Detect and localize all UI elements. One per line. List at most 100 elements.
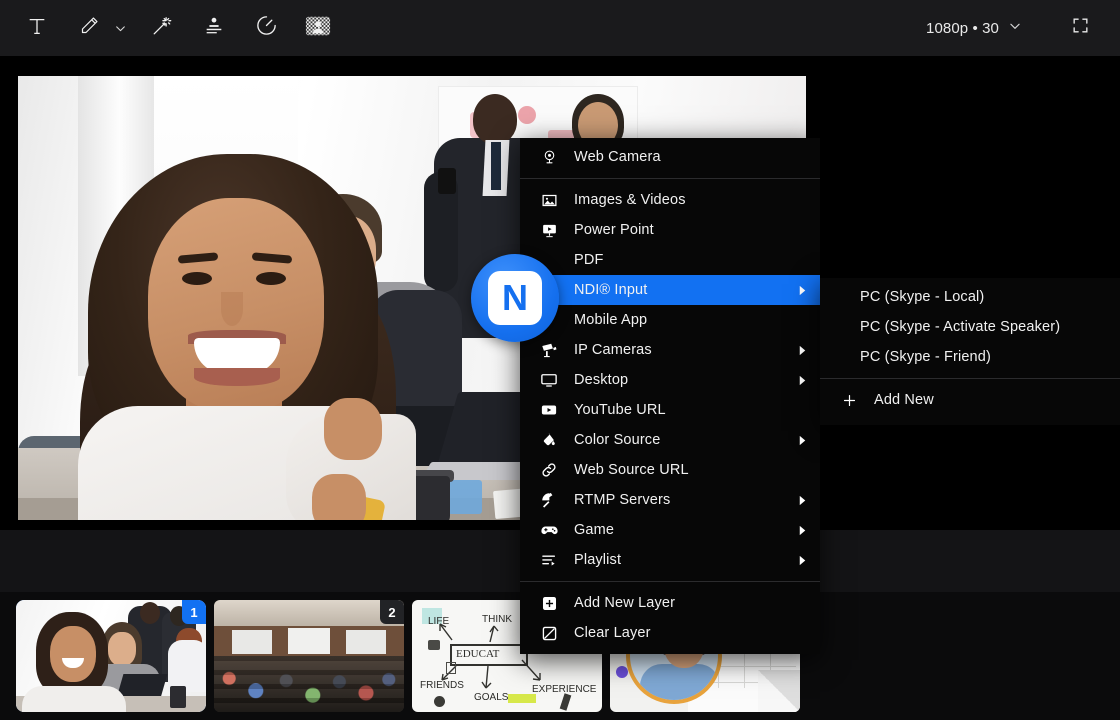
app-window: 1080p • 30 (0, 0, 1120, 720)
gamepad-icon (538, 520, 560, 540)
submenu-arrow-icon (797, 495, 808, 506)
chroma-key-icon (305, 15, 331, 42)
menu-item-label: PDF (574, 252, 603, 268)
whiteboard-word-friends: FRIENDS (420, 680, 464, 691)
plus-icon (838, 390, 860, 410)
add-source-context-menu: Web Camera Images & Videos (520, 138, 820, 654)
submenu-arrow-icon (797, 525, 808, 536)
lower-third-icon (203, 15, 225, 42)
ndi-source-label: PC (Skype - Local) (860, 289, 984, 305)
monitor-icon (538, 370, 560, 390)
image-icon (538, 190, 560, 210)
ndi-logo-letter: N (488, 271, 542, 325)
menu-item-label: Web Source URL (574, 462, 689, 478)
fullscreen-button[interactable] (1058, 6, 1102, 50)
scene-thumbnail-1[interactable]: 1 (16, 600, 206, 712)
menu-item-label: Images & Videos (574, 192, 686, 208)
paint-bucket-icon (538, 430, 560, 450)
menu-item-label: Mobile App (574, 312, 647, 328)
submenu-arrow-icon (797, 375, 808, 386)
plus-box-icon (538, 593, 560, 613)
ndi-source-submenu: PC (Skype - Local) PC (Skype - Activate … (820, 278, 1120, 425)
submenu-arrow-icon (797, 345, 808, 356)
menu-item-game[interactable]: Game (520, 515, 820, 545)
ndi-source-item-2[interactable]: PC (Skype - Activate Speaker) (820, 312, 1120, 342)
satellite-icon (538, 490, 560, 510)
add-new-ndi-source-button[interactable]: Add New (820, 385, 1120, 415)
submenu-arrow-icon (797, 435, 808, 446)
thumbnail-scene-auditorium (214, 600, 404, 712)
magic-wand-tool-button[interactable] (137, 6, 187, 50)
menu-item-youtube-url[interactable]: YouTube URL (520, 395, 820, 425)
menu-item-label: Game (574, 522, 614, 538)
submenu-divider (820, 378, 1120, 379)
toolbar-right-group: 1080p • 30 (916, 6, 1120, 50)
whiteboard-word-think: THINK (482, 614, 512, 625)
text-tool-button[interactable] (12, 6, 62, 50)
menu-item-playlist[interactable]: Playlist (520, 545, 820, 575)
toolbar-tool-group (0, 6, 343, 50)
menu-item-label: Color Source (574, 432, 660, 448)
menu-item-label: Web Camera (574, 149, 661, 165)
menu-divider (520, 178, 820, 179)
thumbnail-badge: 2 (380, 600, 404, 624)
thumbnail-scene-office (16, 600, 206, 712)
pen-icon-wrap[interactable] (64, 6, 114, 50)
chroma-key-tool-button[interactable] (293, 6, 343, 50)
menu-item-add-new-layer[interactable]: Add New Layer (520, 588, 820, 618)
presentation-icon (538, 220, 560, 240)
scene-thumbnail-2[interactable]: 2 (214, 600, 404, 712)
resolution-selector[interactable]: 1080p • 30 (916, 11, 1032, 45)
ndi-source-item-1[interactable]: PC (Skype - Local) (820, 282, 1120, 312)
lower-third-tool-button[interactable] (189, 6, 239, 50)
menu-item-color-source[interactable]: Color Source (520, 425, 820, 455)
magic-wand-icon (151, 15, 173, 42)
top-toolbar: 1080p • 30 (0, 0, 1120, 56)
timer-icon (255, 14, 278, 42)
menu-item-label: Playlist (574, 552, 621, 568)
timer-tool-button[interactable] (241, 6, 291, 50)
menu-item-label: RTMP Servers (574, 492, 670, 508)
menu-item-rtmp-servers[interactable]: RTMP Servers (520, 485, 820, 515)
clear-slash-icon (538, 623, 560, 643)
pen-icon (79, 15, 100, 41)
ndi-source-label: PC (Skype - Friend) (860, 349, 991, 365)
menu-item-label: YouTube URL (574, 402, 666, 418)
playlist-icon (538, 550, 560, 570)
menu-item-web-camera[interactable]: Web Camera (520, 142, 820, 172)
add-new-label: Add New (874, 392, 934, 408)
youtube-icon (538, 400, 560, 420)
menu-item-clear-layer[interactable]: Clear Layer (520, 618, 820, 648)
menu-item-pdf[interactable]: PDF (520, 245, 820, 275)
ndi-source-label: PC (Skype - Activate Speaker) (860, 319, 1060, 335)
resolution-label: 1080p • 30 (926, 20, 999, 37)
ndi-source-item-3[interactable]: PC (Skype - Friend) (820, 342, 1120, 372)
menu-divider (520, 581, 820, 582)
menu-item-images-videos[interactable]: Images & Videos (520, 185, 820, 215)
menu-item-desktop[interactable]: Desktop (520, 365, 820, 395)
whiteboard-center-word: EDUCAT (456, 648, 499, 660)
ndi-logo-badge: N (471, 254, 559, 342)
link-icon (538, 460, 560, 480)
thumbnail-badge: 1 (182, 600, 206, 624)
ip-camera-icon (538, 340, 560, 360)
menu-item-label: NDI® Input (574, 282, 647, 298)
menu-item-label: Power Point (574, 222, 654, 238)
webcam-icon (538, 147, 560, 167)
menu-item-ndi-input[interactable]: NDI® Input (520, 275, 820, 305)
menu-item-mobile-app[interactable]: Mobile App (520, 305, 820, 335)
menu-item-label: IP Cameras (574, 342, 652, 358)
submenu-arrow-icon (797, 285, 808, 296)
chevron-down-icon[interactable] (114, 22, 133, 35)
menu-item-label: Add New Layer (574, 595, 675, 611)
fullscreen-icon (1071, 16, 1090, 40)
chevron-down-icon (1008, 19, 1022, 37)
whiteboard-word-goals: GOALS (474, 692, 508, 703)
menu-item-label: Clear Layer (574, 625, 651, 641)
submenu-arrow-icon (797, 555, 808, 566)
pen-tool-button[interactable] (64, 6, 135, 50)
menu-item-web-source-url[interactable]: Web Source URL (520, 455, 820, 485)
menu-item-power-point[interactable]: Power Point (520, 215, 820, 245)
menu-item-label: Desktop (574, 372, 628, 388)
menu-item-ip-cameras[interactable]: IP Cameras (520, 335, 820, 365)
